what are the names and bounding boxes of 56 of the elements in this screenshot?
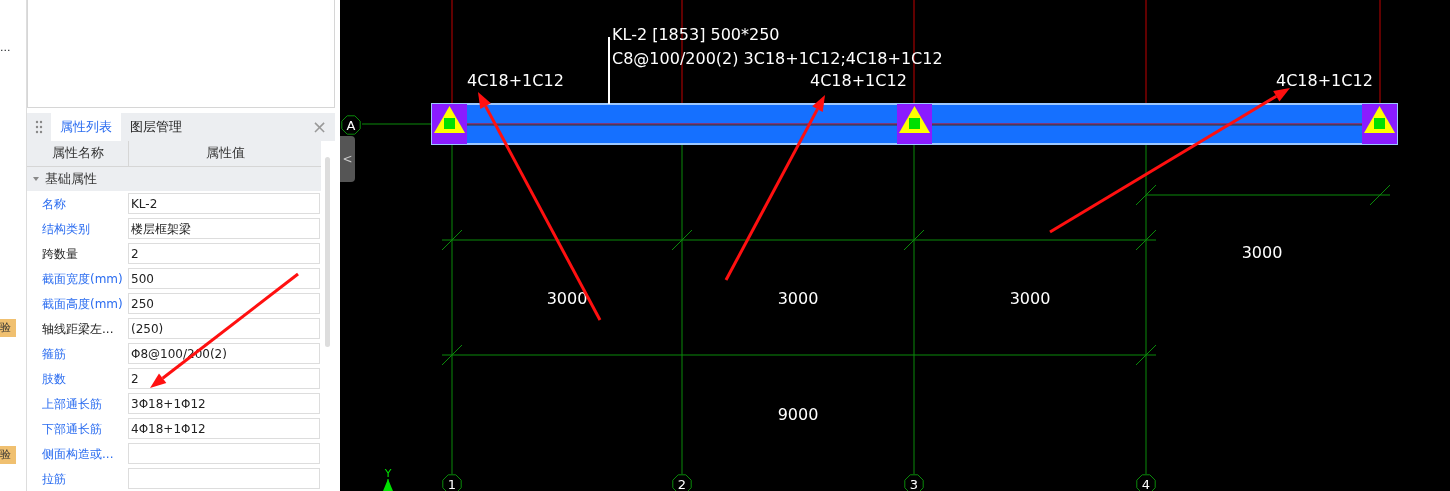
column-node-icon	[1362, 104, 1397, 144]
grid-line	[361, 123, 433, 125]
dimension-label: 3000	[546, 289, 588, 308]
property-label: 截面高度(mm)	[41, 295, 124, 313]
value-field[interactable]: 500	[128, 268, 320, 289]
value-field[interactable]: 2	[128, 368, 320, 389]
value-field[interactable]: (250)	[128, 318, 320, 339]
y-axis-icon	[383, 478, 393, 491]
expand-caret-icon[interactable]	[33, 177, 39, 181]
value-field[interactable]: 4Φ18+1Φ12	[128, 418, 320, 439]
panel-tab[interactable]: 图层管理	[121, 113, 191, 141]
column-node-icon	[897, 104, 932, 144]
tag: 验	[0, 446, 16, 464]
value-field[interactable]	[128, 443, 320, 464]
property-label: 肢数	[41, 370, 67, 388]
property-label: 结构类别	[41, 220, 91, 238]
panel-tab[interactable]: 属性列表	[51, 113, 121, 141]
property-label: 箍筋	[41, 345, 67, 363]
property-label: 轴线距梁左...	[41, 320, 115, 338]
tag: 验	[0, 319, 16, 337]
property-label: 拉筋	[41, 470, 67, 488]
value-field[interactable]: 楼层框架梁	[128, 218, 320, 239]
value-field[interactable]	[128, 468, 320, 489]
rebar-label: 4C18+1C12	[810, 71, 907, 90]
axis-bubble: A	[341, 115, 361, 135]
column-header: 属性名称	[50, 144, 105, 163]
rebar-label: 4C18+1C12	[467, 71, 564, 90]
collapse-handle[interactable]: <	[340, 136, 355, 182]
value-field[interactable]: 2	[128, 243, 320, 264]
rebar-label: 4C18+1C12	[1276, 71, 1373, 90]
column-header: 属性值	[128, 141, 321, 166]
axis-label: Y	[384, 467, 392, 480]
value-field[interactable]: KL-2	[128, 193, 320, 214]
dimension-label: 3000	[1241, 243, 1283, 262]
axis-bubble: 2	[672, 474, 692, 491]
property-label: 名称	[41, 195, 67, 213]
property-label: 上部通长筋	[41, 395, 103, 413]
property-label: 下部通长筋	[41, 420, 103, 438]
column-node-icon	[432, 104, 467, 144]
value-field[interactable]: 250	[128, 293, 320, 314]
leader-line	[608, 36, 610, 105]
axis-bubble: 3	[904, 474, 924, 491]
property-label: 侧面构造或...	[41, 445, 115, 463]
group-label: 基础属性	[45, 169, 97, 188]
property-label: 截面宽度(mm)	[41, 270, 124, 288]
dimension-label: 3000	[777, 289, 819, 308]
axis-bubble: 1	[442, 474, 462, 491]
dimension-label: 9000	[777, 405, 819, 424]
ellipsis-text: ...	[0, 40, 11, 56]
property-label: 跨数量	[41, 245, 79, 263]
value-field[interactable]: 3Φ18+1Φ12	[128, 393, 320, 414]
dimension-label: 3000	[1009, 289, 1051, 308]
axis-bubble: 4	[1136, 474, 1156, 491]
group-row[interactable]: 基础属性	[27, 167, 321, 191]
beam-label: C8@100/200(2) 3C18+1C12;4C18+1C12	[612, 49, 943, 68]
beam-label: KL-2 [1853] 500*250	[612, 25, 780, 44]
